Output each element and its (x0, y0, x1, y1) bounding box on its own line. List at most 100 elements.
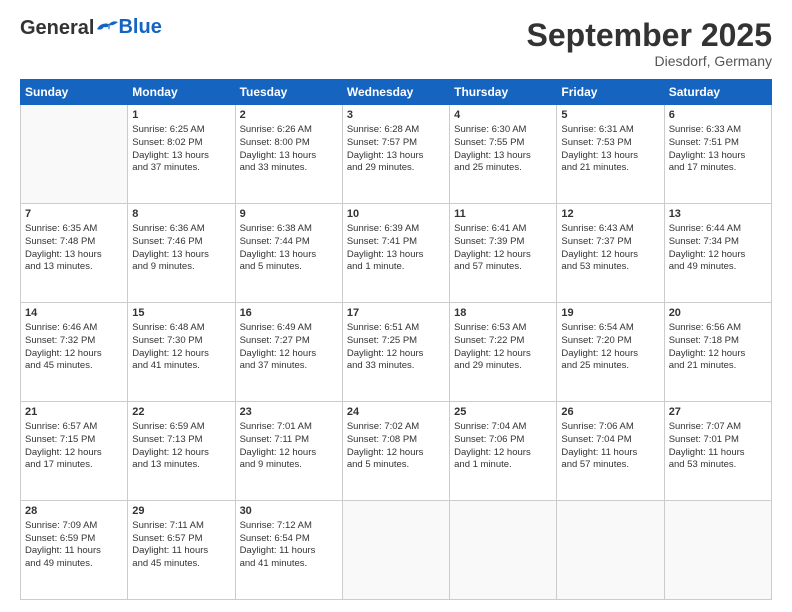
day-info: Sunrise: 7:02 AM (347, 421, 419, 432)
day-info: Daylight: 12 hours (25, 348, 102, 359)
day-info: Daylight: 13 hours (132, 150, 209, 161)
day-info: Sunrise: 6:51 AM (347, 322, 419, 333)
day-info: Sunrise: 6:56 AM (669, 322, 741, 333)
day-number: 18 (454, 306, 552, 321)
day-info: Sunrise: 6:41 AM (454, 223, 526, 234)
day-info: Daylight: 12 hours (454, 348, 531, 359)
calendar-cell: 18Sunrise: 6:53 AM Sunset: 7:22 PM Dayligh… (450, 303, 557, 402)
calendar: SundayMondayTuesdayWednesdayThursdayFrid… (20, 79, 772, 600)
day-info: Daylight: 13 hours (347, 249, 424, 260)
calendar-cell: 2Sunrise: 6:26 AMSunset: 8:00 PMDaylight… (235, 105, 342, 204)
day-number: 3 (347, 108, 445, 123)
day-info: Daylight: 13 hours (454, 150, 531, 161)
day-number: 25 (454, 405, 552, 420)
calendar-cell: 16Sunrise: 6:49 AMSunset: 7:27 PMDayligh… (235, 303, 342, 402)
day-number: 19 (561, 306, 659, 321)
day-info: and 57 minutes. (561, 459, 629, 470)
day-info: and 29 minutes. (347, 162, 415, 173)
day-info: Sunrise: 6:44 AM (669, 223, 741, 234)
day-number: 29 (132, 504, 230, 519)
logo: GeneralBlue (20, 18, 162, 38)
day-info: Sunrise: 7:07 AM (669, 421, 741, 432)
calendar-cell (342, 501, 449, 600)
day-info: Daylight: 13 hours (561, 150, 638, 161)
day-info: Sunrise: 6:49 AM (240, 322, 312, 333)
calendar-cell: 5Sunrise: 6:31 AMSunset: 7:53 PMDaylight… (557, 105, 664, 204)
calendar-cell: 28Sunrise: 7:09 AMSunset: 6:59 PMDayligh… (21, 501, 128, 600)
day-info: Sunrise: 6:35 AM (25, 223, 97, 234)
day-info: and 53 minutes. (561, 261, 629, 272)
day-info: Sunrise: 7:11 AM (132, 520, 204, 531)
day-info: Sunset: 6:59 PM (25, 533, 95, 544)
day-number: 22 (132, 405, 230, 420)
day-info: and 1 minute. (454, 459, 512, 470)
day-number: 1 (132, 108, 230, 123)
day-info: Daylight: 11 hours (561, 447, 637, 458)
day-info: Sunrise: 6:43 AM (561, 223, 633, 234)
day-number: 4 (454, 108, 552, 123)
calendar-cell: 13Sunrise: 6:44 AMSunset: 7:34 PMDayligh… (664, 204, 771, 303)
day-info: Sunset: 7:25 PM (347, 335, 417, 346)
day-info: Sunset: 7:34 PM (669, 236, 739, 247)
day-info: Sunset: 7:13 PM (132, 434, 202, 445)
day-info: Sunrise: 6:48 AM (132, 322, 204, 333)
page: GeneralBlue September 2025 Diesdorf, Ger… (0, 0, 792, 612)
day-info: Sunset: 7:32 PM (25, 335, 95, 346)
day-number: 27 (669, 405, 767, 420)
calendar-cell: 22Sunrise: 6:59 AMSunset: 7:13 PMDayligh… (128, 402, 235, 501)
calendar-day-header: Wednesday (342, 80, 449, 105)
day-number: 26 (561, 405, 659, 420)
day-number: 16 (240, 306, 338, 321)
day-number: 20 (669, 306, 767, 321)
calendar-cell: 8Sunrise: 6:36 AMSunset: 7:46 PMDaylight… (128, 204, 235, 303)
calendar-week-row: 7Sunrise: 6:35 AMSunset: 7:48 PMDaylight… (21, 204, 772, 303)
day-info: and 21 minutes. (669, 360, 737, 371)
day-number: 8 (132, 207, 230, 222)
calendar-cell: 25Sunrise: 7:04 AMSunset: 7:06 PMDayligh… (450, 402, 557, 501)
day-info: and 53 minutes. (669, 459, 737, 470)
calendar-day-header: Saturday (664, 80, 771, 105)
calendar-cell (450, 501, 557, 600)
day-number: 30 (240, 504, 338, 519)
day-info: Sunset: 7:22 PM (454, 335, 524, 346)
day-info: Daylight: 11 hours (132, 545, 208, 556)
day-info: Sunset: 7:01 PM (669, 434, 739, 445)
day-info: Daylight: 13 hours (132, 249, 209, 260)
day-info: Daylight: 12 hours (132, 348, 209, 359)
day-number: 24 (347, 405, 445, 420)
calendar-cell: 27Sunrise: 7:07 AMSunset: 7:01 PMDayligh… (664, 402, 771, 501)
day-info: Daylight: 13 hours (669, 150, 746, 161)
calendar-cell: 12Sunrise: 6:43 AMSunset: 7:37 PMDayligh… (557, 204, 664, 303)
month-title: September 2025 (527, 18, 772, 53)
calendar-day-header: Tuesday (235, 80, 342, 105)
day-info: Daylight: 12 hours (347, 348, 424, 359)
day-info: and 17 minutes. (25, 459, 93, 470)
day-number: 17 (347, 306, 445, 321)
day-info: Sunset: 7:39 PM (454, 236, 524, 247)
calendar-day-header: Sunday (21, 80, 128, 105)
day-info: Sunset: 7:08 PM (347, 434, 417, 445)
day-info: Sunrise: 6:30 AM (454, 124, 526, 135)
day-info: Sunrise: 6:53 AM (454, 322, 526, 333)
calendar-week-row: 28Sunrise: 7:09 AMSunset: 6:59 PMDayligh… (21, 501, 772, 600)
day-number: 28 (25, 504, 123, 519)
calendar-cell: 10Sunrise: 6:39 AMSunset: 7:41 PMDayligh… (342, 204, 449, 303)
day-info: Daylight: 12 hours (454, 249, 531, 260)
day-info: Sunset: 7:30 PM (132, 335, 202, 346)
day-info: Sunset: 7:48 PM (25, 236, 95, 247)
day-info: Sunset: 7:18 PM (669, 335, 739, 346)
day-number: 9 (240, 207, 338, 222)
day-info: Daylight: 13 hours (240, 150, 317, 161)
day-info: Sunrise: 6:46 AM (25, 322, 97, 333)
day-info: Daylight: 11 hours (25, 545, 101, 556)
day-info: Sunset: 7:41 PM (347, 236, 417, 247)
calendar-cell: 24Sunrise: 7:02 AM Sunset: 7:08 PM Dayligh… (342, 402, 449, 501)
day-number: 11 (454, 207, 552, 222)
calendar-week-row: 21Sunrise: 6:57 AMSunset: 7:15 PMDayligh… (21, 402, 772, 501)
day-info: Daylight: 12 hours (240, 447, 317, 458)
day-info: Daylight: 13 hours (240, 249, 317, 260)
calendar-cell (557, 501, 664, 600)
day-info: Daylight: 12 hours (347, 447, 424, 458)
day-info: Daylight: 12 hours (454, 447, 531, 458)
calendar-cell: 21Sunrise: 6:57 AMSunset: 7:15 PMDayligh… (21, 402, 128, 501)
